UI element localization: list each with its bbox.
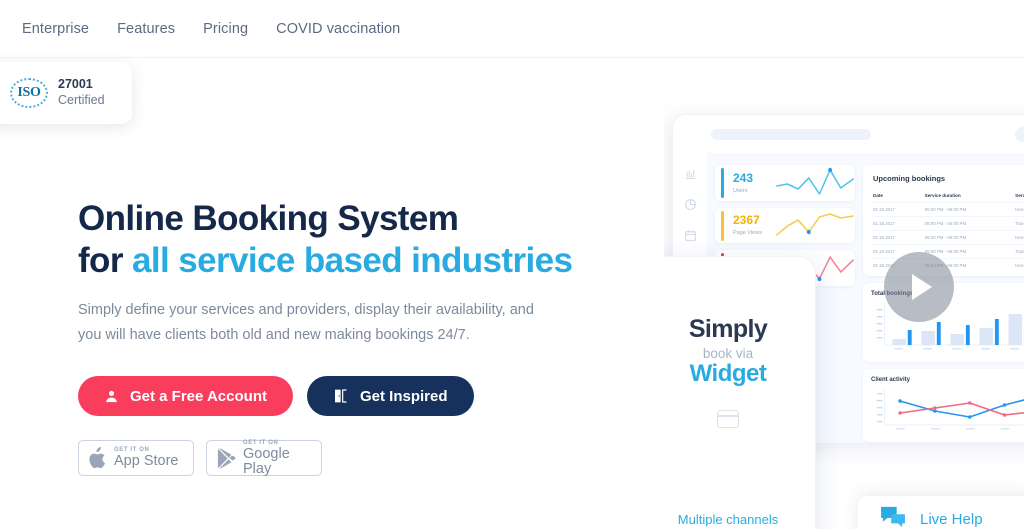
play-video-button[interactable] — [884, 252, 954, 322]
chat-bubbles-icon — [880, 506, 906, 529]
headline-line-1: Online Booking System — [78, 199, 459, 238]
table-row[interactable]: 01.18.2017 05:00 PM - 06:00 PM Hero 30 b… — [873, 202, 1024, 217]
upcoming-bookings-card: Upcoming bookings Date Service duration … — [863, 165, 1024, 276]
nav-item-features[interactable]: Features — [103, 15, 189, 43]
get-inspired-label: Get Inspired — [359, 387, 448, 405]
widget-promo-card: Simply book via Widget Multiple channels — [664, 256, 816, 529]
cell-duration: 05:00 PM - 06:00 PM — [924, 244, 1016, 259]
google-play-name: Google Play — [243, 446, 290, 477]
get-inspired-button[interactable]: Get Inspired — [306, 376, 474, 416]
apple-icon — [88, 447, 107, 469]
iso-certification-badge: ISO 27001 Certified — [0, 62, 132, 124]
cell-date: 01.18.2017 — [873, 216, 925, 231]
table-row[interactable]: 01.18.2017 05:00 PM - 06:00 PM Training … — [873, 216, 1024, 231]
cell-date: 01.18.2017 — [873, 230, 925, 245]
client-activity-title: Client activity — [871, 377, 911, 383]
browser-toolbar — [673, 115, 1024, 153]
iso-standard-number: 27001 — [58, 77, 93, 92]
cell-date: 01.18.2017 — [873, 202, 925, 217]
iso-certified-label: Certified — [58, 93, 105, 107]
column-header-date: Date — [873, 193, 883, 198]
nav-item-enterprise[interactable]: Enterprise — [8, 15, 103, 43]
google-play-badge[interactable]: GET IT ON Google Play — [206, 440, 322, 476]
hero-section: Online Booking System for all service ba… — [78, 198, 638, 476]
iso-seal-icon: ISO — [10, 78, 48, 108]
browser-window-controls — [1015, 126, 1024, 142]
toolbar-circle-icon[interactable] — [1015, 126, 1024, 142]
user-icon — [104, 389, 119, 404]
play-icon — [912, 274, 932, 300]
cta-button-row: Get a Free Account Get Inspired — [78, 376, 638, 416]
app-store-badge[interactable]: GET IT ON App Store — [78, 440, 194, 476]
cell-duration: 05:00 PM - 06:00 PM — [924, 202, 1016, 217]
analytics-pie-icon[interactable] — [684, 198, 697, 211]
cell-service: Hero 30 by D — [1015, 230, 1024, 245]
stat-label-users: Users — [733, 187, 748, 194]
calendar-icon[interactable] — [684, 229, 697, 242]
client-activity-chart-card: Client activity — [863, 369, 1024, 442]
table-row[interactable]: 01.18.2017 05:00 PM - 06:00 PM Training … — [873, 244, 1024, 259]
hero-subtext: Simply define your services and provider… — [78, 298, 548, 348]
landing-page: Enterprise Features Pricing COVID vaccin… — [0, 0, 1024, 529]
widget-card-title: Simply — [688, 315, 768, 343]
headline-line-2-accent: all service based industries — [131, 241, 573, 280]
cell-service: Hero 30 by D — [1015, 258, 1024, 272]
get-free-account-button[interactable]: Get a Free Account — [78, 376, 293, 416]
iso-mark-text: ISO — [15, 85, 43, 101]
stat-label-page-views: Page Views — [733, 230, 762, 237]
dashboard-icon[interactable] — [684, 167, 697, 180]
page-title: Online Booking System for all service ba… — [78, 198, 638, 282]
upcoming-bookings-title: Upcoming bookings — [873, 174, 946, 183]
browser-window-icon — [717, 410, 739, 428]
widget-card-accent: Widget — [689, 360, 767, 387]
app-store-badge-row: GET IT ON App Store GET IT ON Google Pla… — [78, 440, 638, 476]
stat-card-users[interactable]: 243 Users — [715, 165, 855, 201]
live-help-label: Live Help — [920, 510, 983, 528]
cell-duration: 05:00 PM - 06:00 PM — [924, 230, 1016, 245]
cell-service: Training by S — [1015, 216, 1024, 231]
cell-service: Training by S — [1015, 244, 1024, 259]
widget-card-subtitle: book via — [702, 346, 754, 361]
column-header-service-name: Service name — [1015, 193, 1024, 198]
google-play-icon — [216, 447, 236, 469]
stat-card-page-views[interactable]: 2367 Page Views — [715, 207, 855, 244]
cell-service: Hero 30 by D — [1015, 202, 1024, 217]
client-activity-line-chart — [876, 389, 1024, 430]
table-header-row: Date Service duration Service name — [873, 190, 1024, 203]
hero-subtext-line-2: you will have clients both old and new m… — [78, 327, 470, 343]
top-navigation: Enterprise Features Pricing COVID vaccin… — [0, 0, 1024, 58]
nav-item-pricing[interactable]: Pricing — [189, 15, 262, 43]
browser-address-bar[interactable] — [711, 128, 871, 140]
stat-value-users: 243 — [733, 170, 754, 185]
live-help-widget[interactable]: Live Help — [858, 496, 1024, 529]
column-header-service-duration: Service duration — [924, 193, 961, 198]
get-free-account-label: Get a Free Account — [130, 387, 267, 405]
cell-duration: 05:00 PM - 06:00 PM — [924, 216, 1016, 231]
product-mockup: 243 Users 2367 Page Views Upcoming booki… — [664, 0, 1024, 529]
headline-line-2-plain: for — [78, 241, 132, 280]
stat-value-page-views: 2367 — [733, 213, 760, 228]
table-row[interactable]: 01.18.2017 05:00 PM - 06:00 PM Hero 30 b… — [873, 230, 1024, 245]
multiple-channels-link[interactable]: Multiple channels — [664, 512, 815, 527]
nav-item-covid-vaccination[interactable]: COVID vaccination — [262, 15, 414, 43]
users-sparkline — [776, 167, 854, 195]
open-door-icon — [333, 388, 349, 404]
page-views-sparkline — [776, 212, 854, 236]
app-store-name: App Store — [114, 453, 179, 470]
hero-subtext-line-1: Simply define your services and provider… — [78, 302, 534, 318]
